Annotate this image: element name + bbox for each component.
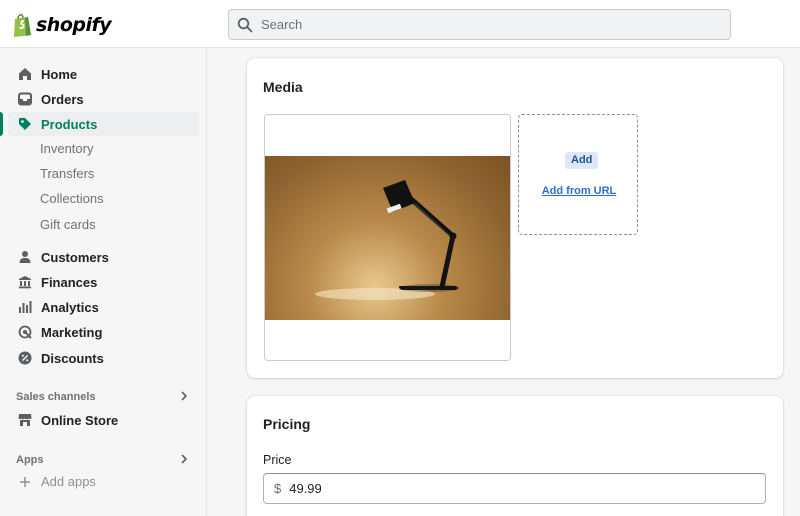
media-dropzone[interactable]: Add Add from URL xyxy=(518,114,638,235)
chevron-right-icon[interactable] xyxy=(178,390,190,402)
sidebar: Home Orders Products Inventory Transfers… xyxy=(0,48,207,516)
product-photo xyxy=(265,156,510,320)
sidebar-item-label: Finances xyxy=(41,274,98,290)
sidebar-item-finances[interactable]: Finances xyxy=(8,270,199,294)
sidebar-item-label: Orders xyxy=(41,91,84,107)
add-from-url-link[interactable]: Add from URL xyxy=(519,185,639,197)
sales-channels-heading: Sales channels xyxy=(16,391,96,403)
sidebar-subitem-transfers[interactable]: Transfers xyxy=(40,164,94,184)
sidebar-item-discounts[interactable]: Discounts xyxy=(8,346,199,370)
top-bar: shopify xyxy=(0,0,800,48)
media-title: Media xyxy=(263,79,303,95)
sidebar-item-label: Analytics xyxy=(41,299,99,315)
price-value[interactable]: 49.99 xyxy=(289,481,322,496)
sidebar-subitem-gift-cards[interactable]: Gift cards xyxy=(40,215,96,235)
store-icon xyxy=(17,412,33,428)
apps-heading: Apps xyxy=(16,454,44,466)
price-label: Price xyxy=(263,453,292,467)
sidebar-item-marketing[interactable]: Marketing xyxy=(8,320,199,344)
search-input[interactable] xyxy=(261,17,701,32)
product-image-thumbnail[interactable] xyxy=(264,114,511,361)
pricing-card: Pricing Price $ 49.99 xyxy=(247,396,783,516)
sidebar-subitem-collections[interactable]: Collections xyxy=(40,189,104,209)
brand-name: shopify xyxy=(36,14,112,36)
currency-prefix: $ xyxy=(274,481,282,496)
home-icon xyxy=(17,66,33,82)
sidebar-item-customers[interactable]: Customers xyxy=(8,245,199,269)
add-apps-label: Add apps xyxy=(41,474,96,489)
shopify-bag-icon xyxy=(12,13,32,37)
sidebar-item-online-store[interactable]: Online Store xyxy=(8,408,199,432)
price-field[interactable]: $ 49.99 xyxy=(263,473,766,504)
tag-icon xyxy=(17,116,33,132)
chevron-right-icon[interactable] xyxy=(178,453,190,465)
target-icon xyxy=(17,324,33,340)
search-bar[interactable] xyxy=(228,9,731,40)
pricing-title: Pricing xyxy=(263,416,311,432)
person-icon xyxy=(17,249,33,265)
discount-icon xyxy=(17,350,33,366)
sidebar-subitem-inventory[interactable]: Inventory xyxy=(40,139,93,159)
sidebar-item-label: Discounts xyxy=(41,350,104,366)
sidebar-item-label: Home xyxy=(41,66,78,82)
sidebar-item-label: Products xyxy=(41,116,98,132)
sidebar-item-home[interactable]: Home xyxy=(8,62,199,86)
sidebar-item-label: Customers xyxy=(41,249,109,265)
sidebar-item-products[interactable]: Products xyxy=(0,112,199,136)
sidebar-item-label: Online Store xyxy=(41,412,119,428)
bank-icon xyxy=(17,274,33,290)
shopify-logo[interactable]: shopify xyxy=(12,12,112,38)
add-apps-link[interactable]: Add apps xyxy=(16,474,96,489)
bar-chart-icon xyxy=(17,299,33,315)
media-card: Media Add Add from URL xyxy=(247,58,783,378)
add-media-button[interactable]: Add xyxy=(565,152,599,169)
sidebar-item-orders[interactable]: Orders xyxy=(8,87,199,111)
plus-icon xyxy=(20,476,30,487)
search-icon xyxy=(237,17,253,32)
sidebar-item-analytics[interactable]: Analytics xyxy=(8,295,199,319)
sidebar-item-label: Marketing xyxy=(41,324,103,340)
orders-icon xyxy=(17,91,33,107)
